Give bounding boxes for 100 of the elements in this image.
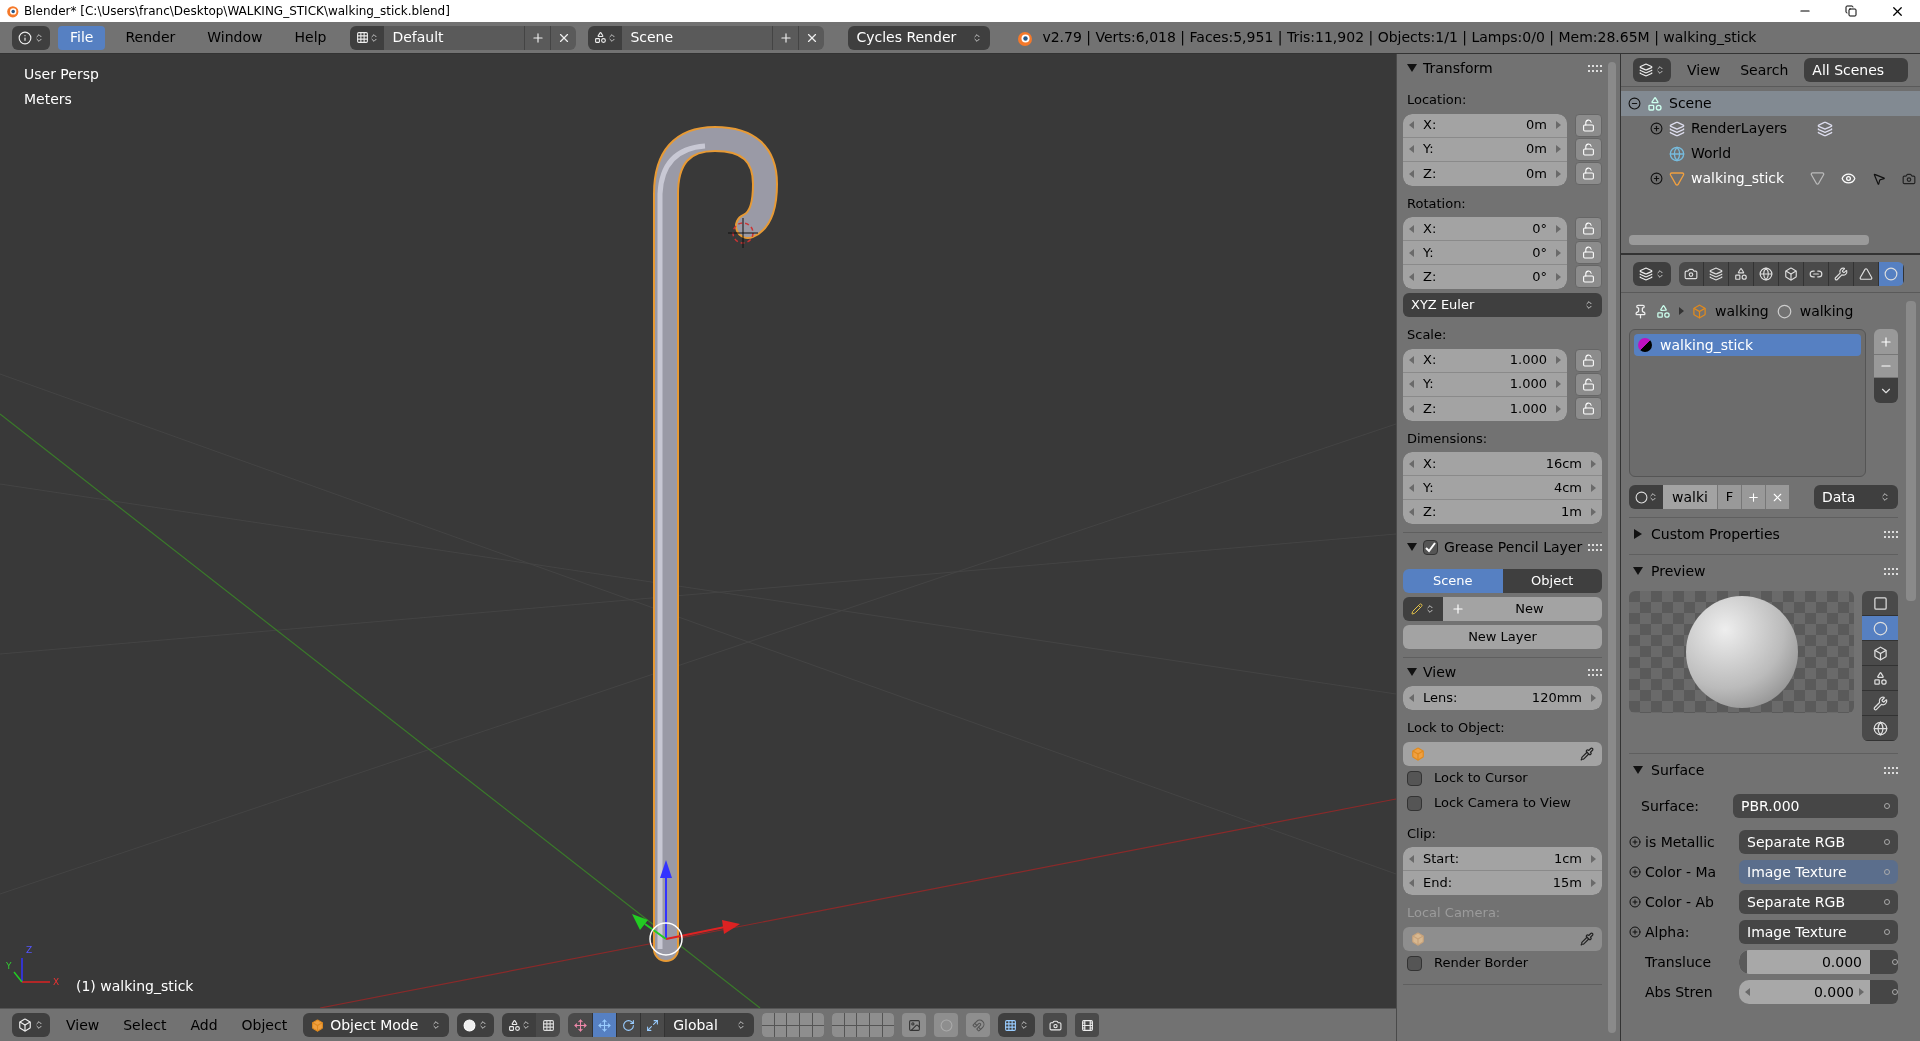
- number-field[interactable]: X: 1.000: [1403, 348, 1567, 373]
- increment-arrow-icon[interactable]: [1590, 879, 1596, 887]
- number-field[interactable]: Y: 1.000: [1403, 372, 1567, 397]
- layer-buttons-grid[interactable]: [832, 1013, 895, 1037]
- drag-grip-icon[interactable]: [1884, 766, 1898, 774]
- link-dropdown[interactable]: Data: [1814, 485, 1898, 509]
- delete-screen-button[interactable]: [550, 25, 577, 50]
- material-slot[interactable]: walking_stick: [1634, 334, 1861, 356]
- number-field[interactable]: End: 15m: [1403, 871, 1602, 895]
- expanded-triangle-icon[interactable]: [1407, 63, 1417, 73]
- scrollbar[interactable]: [1906, 301, 1916, 601]
- increment-arrow-icon[interactable]: [1555, 380, 1561, 388]
- cursor-arrow-icon[interactable]: [1872, 171, 1887, 186]
- collapsed-triangle-icon[interactable]: [1633, 529, 1643, 539]
- drag-grip-icon[interactable]: [1884, 567, 1898, 575]
- increment-arrow-icon[interactable]: [1858, 988, 1864, 996]
- expanded-triangle-icon[interactable]: [1633, 566, 1643, 576]
- add-screen-button[interactable]: [524, 25, 551, 50]
- decrement-arrow-icon[interactable]: [1409, 404, 1415, 413]
- increment-arrow-icon[interactable]: [1555, 273, 1561, 281]
- context-tab[interactable]: [1754, 261, 1779, 286]
- outliner-row[interactable]: RenderLayers: [1621, 116, 1920, 141]
- outliner-row[interactable]: Scene: [1621, 91, 1920, 116]
- outliner-row[interactable]: walking_stick: [1621, 166, 1920, 191]
- increment-arrow-icon[interactable]: [1555, 356, 1561, 364]
- orientation-dropdown[interactable]: Global: [664, 1013, 755, 1037]
- lock-toggle[interactable]: [1575, 396, 1602, 420]
- decrement-arrow-icon[interactable]: [1409, 459, 1415, 468]
- expand-icon[interactable]: [1649, 122, 1663, 135]
- snap-element-dropdown[interactable]: [998, 1013, 1036, 1037]
- increment-arrow-icon[interactable]: [1590, 508, 1596, 516]
- context-tab[interactable]: [1729, 261, 1754, 286]
- number-field[interactable]: X: 0m: [1403, 113, 1567, 138]
- decrement-arrow-icon[interactable]: [1409, 356, 1415, 364]
- unlink-button[interactable]: [1765, 485, 1789, 509]
- toggle-option[interactable]: Object: [1502, 569, 1602, 593]
- new-button[interactable]: New: [1443, 597, 1602, 621]
- editor-type-button[interactable]: [1633, 261, 1671, 286]
- panel-title[interactable]: Transform: [1423, 57, 1493, 79]
- drag-grip-icon[interactable]: [1588, 668, 1602, 676]
- context-tab[interactable]: [1779, 261, 1804, 286]
- render-animation-button[interactable]: [1075, 1013, 1100, 1037]
- pin-icon[interactable]: [1633, 303, 1648, 319]
- manipulator-mode-button[interactable]: [592, 1013, 617, 1037]
- expanded-triangle-icon[interactable]: [1407, 542, 1417, 552]
- number-field[interactable]: Y: 4cm: [1403, 476, 1602, 500]
- add-scene-button[interactable]: [772, 25, 799, 50]
- menu-item[interactable]: Add: [182, 1014, 226, 1036]
- increment-arrow-icon[interactable]: [1555, 145, 1561, 153]
- add-slot-button[interactable]: [1874, 329, 1898, 354]
- collapse-icon[interactable]: [1627, 97, 1641, 110]
- number-field[interactable]: Z: 0°: [1403, 265, 1567, 289]
- drag-grip-icon[interactable]: [1588, 64, 1602, 72]
- menu-item[interactable]: Select: [115, 1014, 175, 1036]
- manipulator-center-button[interactable]: [536, 1013, 561, 1037]
- context-tab[interactable]: [1704, 261, 1729, 286]
- increment-arrow-icon[interactable]: [1555, 248, 1561, 257]
- preview-shape-button[interactable]: [1862, 616, 1898, 641]
- number-field[interactable]: Start: 1cm: [1403, 847, 1602, 871]
- panel-title[interactable]: Preview: [1651, 560, 1706, 582]
- decrement-arrow-icon[interactable]: [1409, 483, 1415, 492]
- slot-menu-button[interactable]: [1874, 378, 1898, 403]
- lock-toggle[interactable]: [1575, 265, 1602, 288]
- checkbox[interactable]: [1423, 539, 1438, 555]
- preview-shape-button[interactable]: [1862, 591, 1898, 616]
- menu-item[interactable]: View: [1683, 59, 1725, 81]
- menu-item[interactable]: File: [58, 25, 106, 50]
- scrollbar[interactable]: [1629, 235, 1869, 245]
- decrement-arrow-icon[interactable]: [1409, 854, 1415, 863]
- number-field[interactable]: Z: 0m: [1403, 161, 1567, 186]
- decrement-arrow-icon[interactable]: [1409, 508, 1415, 516]
- increment-arrow-icon[interactable]: [1555, 404, 1561, 413]
- preview-shape-button[interactable]: [1862, 641, 1898, 666]
- linked-node-selector[interactable]: Separate RGB: [1739, 830, 1898, 854]
- expanded-triangle-icon[interactable]: [1407, 667, 1417, 677]
- increment-arrow-icon[interactable]: [1555, 121, 1561, 129]
- value-slider[interactable]: 0.000: [1739, 950, 1870, 974]
- pivot-dropdown[interactable]: [502, 1013, 537, 1037]
- material-browse-button[interactable]: [1629, 485, 1663, 509]
- increment-arrow-icon[interactable]: [1590, 854, 1596, 863]
- editor-type-button[interactable]: [12, 1013, 50, 1037]
- manipulator-toggle[interactable]: [568, 1013, 593, 1037]
- panel-title[interactable]: Surface: [1651, 759, 1705, 781]
- lock-toggle[interactable]: [1575, 217, 1602, 240]
- menu-item[interactable]: View: [58, 1014, 108, 1036]
- panel-title[interactable]: View: [1423, 661, 1457, 683]
- drag-grip-icon[interactable]: [1588, 543, 1603, 551]
- context-tab[interactable]: [1879, 261, 1904, 286]
- decrement-arrow-icon[interactable]: [1409, 169, 1415, 178]
- number-field[interactable]: Y: 0°: [1403, 241, 1567, 265]
- lock-toggle[interactable]: [1575, 348, 1602, 372]
- pencil-dropdown[interactable]: [1403, 597, 1443, 621]
- menu-item[interactable]: Object: [233, 1014, 296, 1036]
- checkbox[interactable]: [1407, 955, 1422, 971]
- increment-arrow-icon[interactable]: [1590, 694, 1596, 702]
- decrement-arrow-icon[interactable]: [1409, 879, 1415, 887]
- context-tab[interactable]: [1829, 261, 1854, 286]
- decrement-arrow-icon[interactable]: [1409, 145, 1415, 153]
- linked-node-selector[interactable]: Image Texture: [1739, 860, 1898, 884]
- increment-arrow-icon[interactable]: [1555, 224, 1561, 233]
